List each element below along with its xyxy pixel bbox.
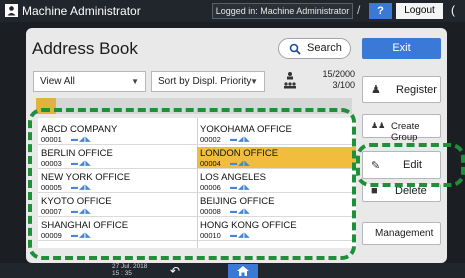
view-dropdown[interactable]: View All ▼ [33,71,146,92]
date-time: 27 Jul. 2018 15 : 35 [112,263,147,277]
sort-dropdown[interactable]: Sort by Displ. Priority ▼ [151,71,265,92]
search-label: Search [307,42,342,54]
register-label: Register [396,84,437,96]
total-count: 15/2000 [322,69,355,79]
divider-slash: / [357,3,361,17]
chevron-down-icon: ▼ [131,77,139,86]
login-status: Logged in: Machine Administrator [212,3,353,19]
users-count-icon [284,72,296,89]
back-button[interactable]: ↶ [170,264,180,278]
exit-button[interactable]: Exit [362,38,441,59]
user-icon [5,4,18,17]
chevron-down-icon: ▼ [250,77,258,86]
page-title: Address Book [32,39,138,58]
create-group-button[interactable]: ♟♟ Create Group [362,114,441,143]
search-icon [289,43,301,55]
management-button[interactable]: Management [362,222,441,245]
annotation-outline-edit [356,143,465,187]
energy-saver-icon[interactable]: ( [451,3,455,17]
register-button[interactable]: ♟ Register [362,76,441,103]
time: 15 : 35 [112,270,132,277]
management-label: Management [375,228,434,239]
back-arrow-icon: ↶ [170,264,181,278]
home-button[interactable] [228,264,258,278]
home-icon [237,266,249,276]
page-count: 3/100 [332,80,355,90]
add-user-icon: ♟ [371,84,381,96]
group-icon: ♟♟ [371,121,386,130]
search-button[interactable]: Search [278,38,351,59]
create-group-label: Create Group [391,121,420,143]
date: 27 Jul. 2018 [112,263,148,270]
app-title: Machine Administrator [22,4,141,18]
annotation-outline-list [28,108,356,260]
logout-button[interactable]: Logout [396,3,443,19]
entry-counter: 15/2000 3/100 [280,69,356,97]
sort-dropdown-value: Sort by Displ. Priority [158,76,252,87]
top-bar: Machine Administrator Logged in: Machine… [0,0,465,22]
help-button[interactable]: ? [369,3,392,19]
view-dropdown-value: View All [40,76,75,87]
